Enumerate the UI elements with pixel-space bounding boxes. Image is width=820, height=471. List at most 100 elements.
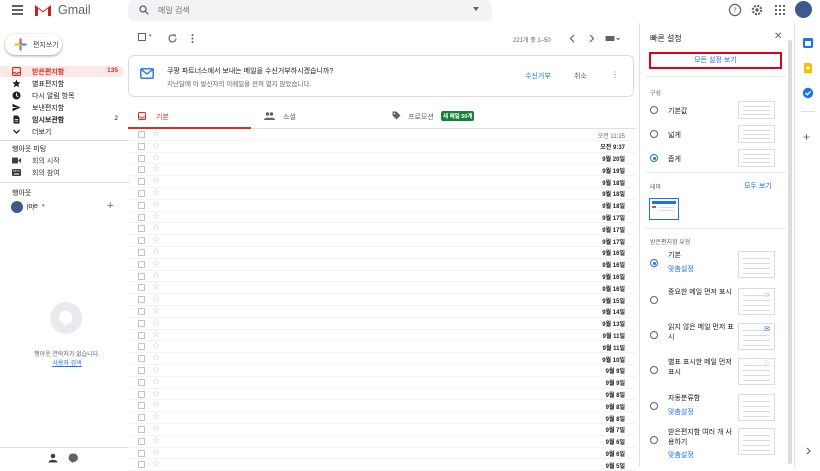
inbox-type-thumbnail[interactable]: ✉ [738, 323, 775, 350]
star-outline-icon[interactable]: ☆ [152, 376, 160, 387]
star-outline-icon[interactable]: ☆ [152, 175, 160, 186]
star-outline-icon[interactable]: ☆ [152, 199, 160, 210]
inbox-type-radio[interactable] [650, 436, 658, 444]
row-checkbox[interactable] [138, 449, 145, 457]
row-checkbox[interactable] [138, 260, 145, 268]
row-checkbox[interactable] [138, 154, 145, 162]
mail-row[interactable]: ☆ 9월 13일 [128, 317, 636, 330]
star-outline-icon[interactable]: ☆ [152, 399, 160, 410]
customize-link[interactable]: 맞춤설정 [668, 407, 694, 417]
mail-row[interactable]: ☆ 9월 18일 [128, 187, 636, 200]
star-outline-icon[interactable]: ☆ [152, 423, 160, 434]
row-checkbox[interactable] [138, 331, 145, 339]
hangouts-user-name[interactable]: joje [27, 203, 38, 210]
density-thumbnail[interactable] [738, 125, 775, 143]
row-checkbox[interactable] [138, 189, 145, 197]
tasks-icon[interactable] [802, 87, 814, 99]
inbox-type-radio[interactable] [650, 296, 658, 304]
mail-row[interactable]: ☆ 9월 14일 [128, 305, 636, 318]
row-checkbox[interactable] [138, 225, 145, 233]
add-addon-icon[interactable]: + [803, 130, 810, 144]
mail-row[interactable]: ☆ 9월 17일 [128, 234, 636, 247]
prev-page-icon[interactable] [567, 33, 578, 44]
inbox-type-radio[interactable] [650, 259, 658, 267]
mail-row[interactable]: ☆ 9월 16일 [128, 270, 636, 283]
select-all-checkbox[interactable] [138, 33, 146, 41]
star-outline-icon[interactable]: ☆ [152, 234, 160, 245]
inbox-type-thumbnail[interactable]: ☆ [738, 358, 775, 385]
star-outline-icon[interactable]: ☆ [152, 388, 160, 399]
compose-button[interactable]: 편지쓰기 [5, 34, 62, 55]
split-pane-toggle-icon[interactable] [605, 33, 621, 44]
row-checkbox[interactable] [138, 319, 145, 327]
row-checkbox[interactable] [138, 437, 145, 445]
star-outline-icon[interactable]: ☆ [152, 128, 160, 139]
star-outline-icon[interactable]: ☆ [152, 305, 160, 316]
row-checkbox[interactable] [138, 343, 145, 351]
keep-icon[interactable] [802, 62, 814, 74]
mail-row[interactable]: ☆ 9월 8일 [128, 399, 636, 413]
sidebar-item-more[interactable]: 더보기 [0, 126, 124, 137]
star-outline-icon[interactable]: ☆ [152, 258, 160, 269]
account-avatar[interactable] [795, 1, 812, 18]
density-thumbnail[interactable] [738, 101, 775, 119]
hangouts-user-avatar[interactable] [11, 201, 23, 213]
mail-row[interactable]: ☆ 9월 10일 [128, 352, 636, 365]
mail-row[interactable]: ☆ 9월 18일 [128, 175, 636, 188]
inbox-type-thumbnail[interactable] [738, 428, 775, 455]
mail-row[interactable]: ☆ 9월 9일 [128, 376, 636, 389]
star-outline-icon[interactable]: ☆ [152, 411, 160, 422]
star-outline-icon[interactable]: ☆ [152, 246, 160, 257]
row-checkbox[interactable] [138, 213, 145, 221]
add-hangout-icon[interactable]: + [107, 200, 113, 212]
mail-row[interactable]: ☆ 9월 17일 [128, 211, 636, 224]
row-checkbox[interactable] [138, 414, 145, 422]
select-dropdown-icon[interactable]: ▾ [149, 33, 152, 39]
theme-see-all-link[interactable]: 모두 보기 [744, 181, 772, 191]
apps-grid-icon[interactable] [773, 3, 787, 17]
mail-row[interactable]: ☆ 9월 8일 [128, 388, 636, 401]
star-outline-icon[interactable]: ☆ [152, 163, 160, 174]
banner-cancel-button[interactable]: 취소 [574, 71, 587, 81]
row-checkbox[interactable] [138, 378, 145, 386]
row-checkbox[interactable] [138, 284, 145, 292]
mail-row[interactable]: ☆ 9월 6일 [128, 435, 636, 448]
search-input[interactable] [158, 4, 458, 17]
mail-row[interactable]: ☆ 9월 6일 [128, 447, 636, 460]
row-checkbox[interactable] [138, 201, 145, 209]
sidebar-item-starred[interactable]: 별표편지함 [0, 78, 124, 89]
inbox-type-thumbnail[interactable]: ⊃ [738, 288, 775, 315]
hangouts-chat-icon[interactable] [68, 453, 78, 463]
star-outline-icon[interactable]: ☆ [152, 317, 160, 328]
sidebar-item-inbox[interactable]: 받은편지함 135 [0, 66, 124, 77]
row-checkbox[interactable] [138, 142, 145, 150]
help-icon[interactable]: ? [728, 3, 742, 17]
search-icon[interactable] [139, 5, 149, 15]
star-outline-icon[interactable]: ☆ [152, 281, 160, 292]
row-checkbox[interactable] [138, 425, 145, 433]
mail-row[interactable]: ☆ 9월 11일 [128, 329, 636, 342]
row-checkbox[interactable] [138, 237, 145, 245]
star-outline-icon[interactable]: ☆ [152, 152, 160, 163]
star-outline-icon[interactable]: ☆ [152, 340, 160, 351]
panel-scrollbar[interactable] [788, 40, 792, 464]
sidebar-item-snoozed[interactable]: 다시 알림 항목 [0, 90, 124, 101]
density-radio[interactable] [650, 130, 658, 138]
expand-panel-icon[interactable] [804, 447, 812, 455]
mail-row[interactable]: ☆ 9월 7일 [128, 423, 636, 436]
unsubscribe-button[interactable]: 수신거부 [525, 71, 551, 81]
row-checkbox[interactable] [138, 272, 145, 280]
star-outline-icon[interactable]: ☆ [152, 352, 160, 363]
banner-more-icon[interactable]: ⋮ [611, 70, 619, 79]
row-checkbox[interactable] [138, 178, 145, 186]
star-outline-icon[interactable]: ☆ [152, 140, 160, 151]
user-status-dropdown-icon[interactable]: ▾ [42, 203, 45, 209]
tab-social[interactable]: 소셜 [251, 104, 374, 129]
row-checkbox[interactable] [138, 402, 145, 410]
search-options-dropdown-icon[interactable] [473, 7, 479, 11]
star-outline-icon[interactable]: ☆ [152, 447, 160, 458]
star-outline-icon[interactable]: ☆ [152, 187, 160, 198]
mail-row[interactable]: ☆ 오전 11:25 [128, 128, 636, 141]
mail-row[interactable]: ☆ 9월 11일 [128, 340, 636, 354]
star-outline-icon[interactable]: ☆ [152, 270, 160, 281]
